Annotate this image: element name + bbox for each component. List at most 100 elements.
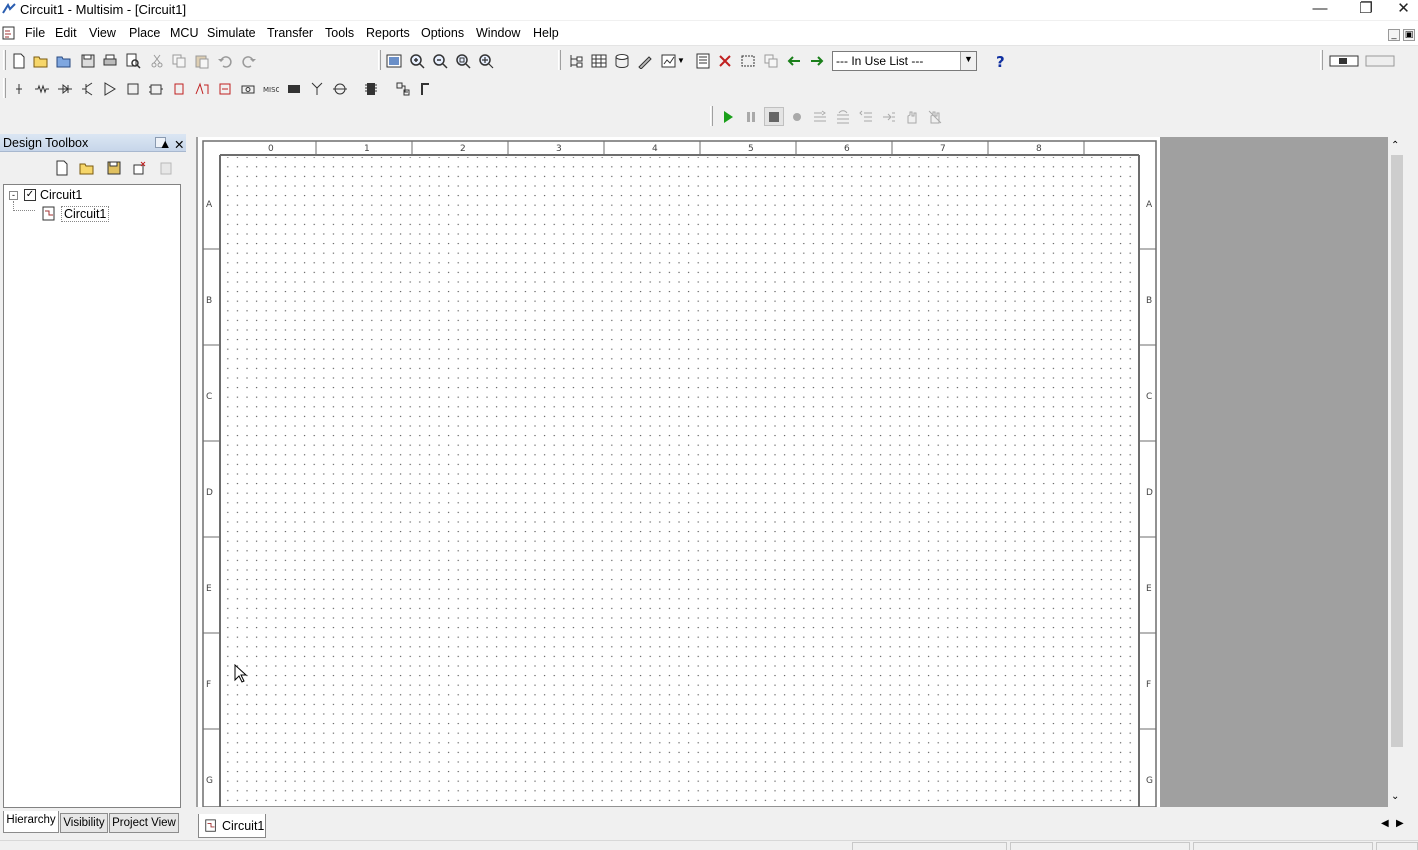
checkbox-checked-icon[interactable]: ✓ bbox=[24, 189, 36, 201]
scroll-down-button[interactable]: ⌄ bbox=[1391, 791, 1399, 802]
stop-simulation-button[interactable] bbox=[764, 107, 784, 126]
design-toolbox-toggle-button[interactable] bbox=[566, 51, 586, 70]
place-ttl-button[interactable] bbox=[123, 79, 143, 98]
in-use-list-dropdown[interactable]: --- In Use List --- ▼ bbox=[832, 51, 977, 71]
toolbar-grip[interactable] bbox=[710, 106, 713, 126]
place-advanced-peripherals-button[interactable] bbox=[284, 79, 304, 98]
toggle-full-screen-button[interactable] bbox=[384, 51, 404, 70]
place-cmos-button[interactable] bbox=[146, 79, 166, 98]
step-out-button[interactable] bbox=[856, 107, 876, 126]
mdi-restore-button[interactable]: ▣ bbox=[1403, 29, 1415, 41]
menu-mcu[interactable]: MCU bbox=[170, 26, 198, 40]
help-button[interactable]: ? bbox=[990, 51, 1010, 70]
run-simulation-button[interactable] bbox=[718, 107, 738, 126]
toggle-breakpoint-button[interactable] bbox=[902, 107, 922, 126]
menu-place[interactable]: Place bbox=[129, 26, 160, 40]
menu-view[interactable]: View bbox=[89, 26, 116, 40]
place-misc-digital-button[interactable] bbox=[169, 79, 189, 98]
scroll-thumb[interactable] bbox=[1391, 155, 1403, 747]
toolbar-grip[interactable] bbox=[1320, 50, 1323, 70]
run-to-cursor-button[interactable] bbox=[879, 107, 899, 126]
redo-button[interactable] bbox=[239, 51, 259, 70]
print-button[interactable] bbox=[100, 51, 120, 70]
breadboard-view-button[interactable] bbox=[1328, 51, 1360, 70]
tree-collapse-toggle[interactable]: - bbox=[9, 191, 18, 200]
place-bus-button[interactable] bbox=[416, 79, 436, 98]
tree-item-sheet[interactable]: Circuit1 bbox=[41, 206, 110, 222]
step-into-button[interactable] bbox=[810, 107, 830, 126]
menu-options[interactable]: Options bbox=[421, 26, 464, 40]
document-tab-circuit1[interactable]: Circuit1 bbox=[198, 814, 266, 838]
place-misc-button[interactable]: MISC bbox=[261, 79, 281, 98]
place-rf-button[interactable] bbox=[307, 79, 327, 98]
tab-visibility[interactable]: Visibility bbox=[60, 813, 108, 833]
menu-reports[interactable]: Reports bbox=[366, 26, 410, 40]
tab-scroll-right-button[interactable]: ▶ bbox=[1396, 818, 1404, 829]
hierarchical-block-button[interactable] bbox=[393, 79, 413, 98]
tab-hierarchy[interactable]: Hierarchy bbox=[3, 811, 59, 833]
save-button[interactable] bbox=[78, 51, 98, 70]
delete-design-button[interactable] bbox=[156, 158, 176, 177]
vertical-scrollbar[interactable]: ⌃ ⌄ bbox=[1388, 137, 1406, 807]
design-toolbox-header[interactable]: Design Toolbox ▲ ✕ bbox=[0, 134, 186, 152]
copy-button[interactable] bbox=[169, 51, 189, 70]
dropdown-arrow-button[interactable]: ▼ bbox=[960, 52, 976, 70]
place-mcu-button[interactable] bbox=[361, 79, 381, 98]
toolbar-grip[interactable] bbox=[558, 50, 561, 70]
place-diode-button[interactable] bbox=[55, 79, 75, 98]
menu-window[interactable]: Window bbox=[476, 26, 520, 40]
menu-help[interactable]: Help bbox=[533, 26, 559, 40]
open-sample-button[interactable] bbox=[54, 51, 74, 70]
menu-file[interactable]: File bbox=[25, 26, 45, 40]
place-transistor-button[interactable] bbox=[78, 79, 98, 98]
spreadsheet-view-button[interactable] bbox=[589, 51, 609, 70]
place-electromechanical-button[interactable] bbox=[330, 79, 350, 98]
database-manager-button[interactable] bbox=[612, 51, 632, 70]
pause-simulation-button[interactable] bbox=[741, 107, 761, 126]
remove-breakpoints-button[interactable] bbox=[925, 107, 945, 126]
place-indicator-button[interactable] bbox=[215, 79, 235, 98]
menu-tools[interactable]: Tools bbox=[325, 26, 354, 40]
electrical-rules-check-button[interactable] bbox=[715, 51, 735, 70]
back-annotate-button[interactable] bbox=[784, 51, 804, 70]
menu-simulate[interactable]: Simulate bbox=[207, 26, 256, 40]
create-component-button[interactable] bbox=[635, 51, 655, 70]
goto-parent-sheet-button[interactable] bbox=[761, 51, 781, 70]
toolbar-grip[interactable] bbox=[3, 78, 6, 98]
place-source-button[interactable] bbox=[9, 79, 29, 98]
schematic-sheet[interactable]: 0 1 2 3 4 5 6 7 8 A A B B C C D D E E F F G G bbox=[198, 137, 1160, 807]
menu-edit[interactable]: Edit bbox=[55, 26, 77, 40]
close-button[interactable]: ✕ bbox=[1389, 0, 1418, 20]
close-design-button[interactable] bbox=[129, 158, 149, 177]
zoom-in-button[interactable] bbox=[407, 51, 427, 70]
place-analog-button[interactable] bbox=[100, 79, 120, 98]
paste-button[interactable] bbox=[192, 51, 212, 70]
undo-button[interactable] bbox=[215, 51, 235, 70]
grapher-button[interactable]: ▼ bbox=[658, 51, 688, 70]
tab-project-view[interactable]: Project View bbox=[109, 813, 179, 833]
place-mixed-button[interactable] bbox=[192, 79, 212, 98]
capture-screen-area-button[interactable] bbox=[738, 51, 758, 70]
pcb-view-button[interactable] bbox=[1364, 51, 1396, 70]
tab-scroll-left-button[interactable]: ◀ bbox=[1381, 818, 1389, 829]
scroll-up-button[interactable]: ⌃ bbox=[1391, 140, 1399, 151]
save-design-button[interactable] bbox=[104, 158, 124, 177]
place-power-component-button[interactable] bbox=[238, 79, 258, 98]
cut-button[interactable] bbox=[147, 51, 167, 70]
open-file-button[interactable] bbox=[31, 51, 51, 70]
forward-annotate-button[interactable] bbox=[807, 51, 827, 70]
place-basic-button[interactable] bbox=[32, 79, 52, 98]
print-preview-button[interactable] bbox=[123, 51, 143, 70]
step-over-button[interactable] bbox=[833, 107, 853, 126]
toolbox-dock-button[interactable]: ▲ bbox=[155, 137, 171, 150]
restore-button[interactable]: ❐ bbox=[1343, 0, 1389, 20]
schematic-document-icon[interactable] bbox=[2, 26, 16, 40]
tree-item-design[interactable]: ✓ Circuit1 bbox=[24, 188, 82, 202]
new-design-button[interactable] bbox=[52, 158, 72, 177]
open-design-button[interactable] bbox=[77, 158, 97, 177]
zoom-area-button[interactable] bbox=[453, 51, 473, 70]
zoom-fit-button[interactable] bbox=[476, 51, 496, 70]
postprocessor-button[interactable] bbox=[693, 51, 713, 70]
toolbar-grip[interactable] bbox=[3, 50, 6, 70]
minimize-button[interactable]: — bbox=[1297, 0, 1343, 20]
